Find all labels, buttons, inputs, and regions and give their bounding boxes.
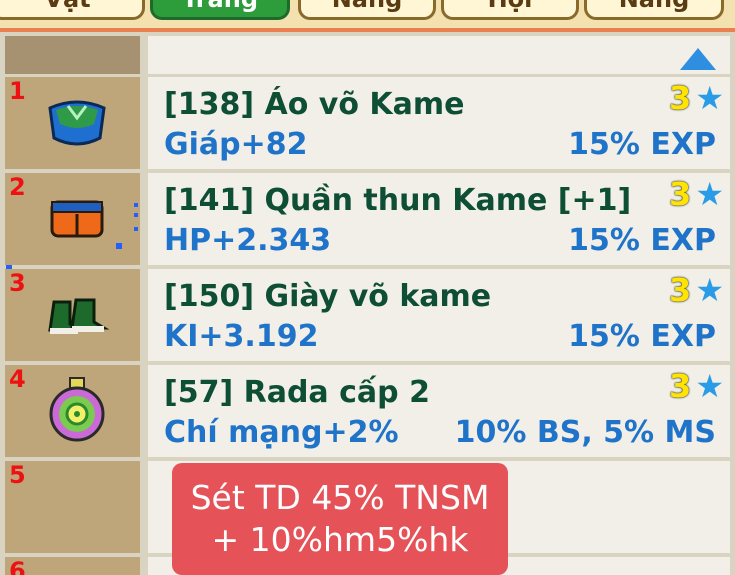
marker-dot xyxy=(134,203,138,207)
tab-skills[interactable]: Năng xyxy=(298,0,436,20)
header-left-cell xyxy=(5,36,140,74)
item-bonus: 10% BS, 5% MS xyxy=(454,415,716,450)
slot-info-cell: [141] Quần thun Kame [+1] HP+2.343 15% E… xyxy=(148,173,730,265)
star-icon: ★ xyxy=(695,271,724,309)
star-icon: ★ xyxy=(695,367,724,405)
star-icon: ★ xyxy=(695,175,724,213)
slot-icon-cell: 3 xyxy=(5,269,140,361)
item-name: [150] Giày võ kame xyxy=(164,279,492,314)
item-stars: 3 ★ xyxy=(669,79,724,117)
slot-info-cell: [150] Giày võ kame KI+3.192 15% EXP 3 ★ xyxy=(148,269,730,361)
item-bonus: 15% EXP xyxy=(568,319,716,354)
star-count: 3 xyxy=(669,175,692,213)
equipment-slot[interactable]: 4 [57] Rada cấp 2 Chí mạng+2% 10% BS, 5%… xyxy=(0,365,735,458)
equipment-slot[interactable]: 3 [150] Giày võ kame KI+3.192 15% EXP 3 … xyxy=(0,269,735,362)
tab-items[interactable]: Vật xyxy=(0,0,145,20)
item-stat: HP+2.343 xyxy=(164,223,332,258)
slot-number: 6 xyxy=(9,557,26,575)
slot-number: 2 xyxy=(9,173,26,201)
caption-line-2: + 10%hm5%hk xyxy=(211,520,469,559)
item-bonus: 15% EXP xyxy=(568,127,716,162)
item-stat: KI+3.192 xyxy=(164,319,319,354)
slot-info-cell: [138] Áo võ Kame Giáp+82 15% EXP 3 ★ xyxy=(148,77,730,169)
tab-power[interactable]: Năng xyxy=(584,0,724,20)
panel-header-row xyxy=(0,32,735,76)
slot-number: 5 xyxy=(9,461,26,489)
slot-number: 4 xyxy=(9,365,26,393)
tab-clan[interactable]: Hội xyxy=(441,0,579,20)
item-bonus: 15% EXP xyxy=(568,223,716,258)
tab-bar: Vật Trang Năng Hội Năng xyxy=(0,0,735,30)
slot-icon-cell: 5 xyxy=(5,461,140,553)
pants-icon xyxy=(50,200,104,238)
star-count: 3 xyxy=(669,79,692,117)
star-count: 3 xyxy=(669,271,692,309)
tab-equipment[interactable]: Trang xyxy=(150,0,290,20)
slot-icon-cell: 2 xyxy=(5,173,140,265)
set-bonus-caption: Sét TD 45% TNSM + 10%hm5%hk xyxy=(172,463,508,575)
item-stat: Giáp+82 xyxy=(164,127,308,162)
radar-icon xyxy=(49,377,105,442)
item-name: [141] Quần thun Kame [+1] xyxy=(164,183,632,218)
scroll-up-icon[interactable] xyxy=(680,48,716,70)
item-stat: Chí mạng+2% xyxy=(164,415,399,450)
slot-icon-cell: 1 xyxy=(5,77,140,169)
marker-dot xyxy=(134,213,138,217)
star-icon: ★ xyxy=(695,79,724,117)
item-name: [138] Áo võ Kame xyxy=(164,87,465,122)
item-stars: 3 ★ xyxy=(669,175,724,213)
slot-number: 1 xyxy=(9,77,26,105)
header-right-cell xyxy=(148,36,730,74)
item-name: [57] Rada cấp 2 xyxy=(164,375,430,410)
equipment-slot[interactable]: 2 [141] Quần thun Kame [+1] HP+2.343 15%… xyxy=(0,173,735,271)
caption-line-1: Sét TD 45% TNSM xyxy=(190,478,490,517)
slot-icon-cell: 4 xyxy=(5,365,140,457)
slot-number: 3 xyxy=(9,269,26,297)
marker-dot xyxy=(134,227,138,231)
slot-icon-cell: 6 xyxy=(5,557,140,575)
shirt-icon xyxy=(48,100,106,146)
equipment-slot[interactable]: 1 [138] Áo võ Kame Giáp+82 15% EXP 3 ★ xyxy=(0,77,735,170)
item-stars: 3 ★ xyxy=(669,367,724,405)
slot-info-cell: [57] Rada cấp 2 Chí mạng+2% 10% BS, 5% M… xyxy=(148,365,730,457)
shoes-icon xyxy=(48,298,110,334)
star-count: 3 xyxy=(669,367,692,405)
item-stars: 3 ★ xyxy=(669,271,724,309)
marker-dot xyxy=(116,243,122,249)
